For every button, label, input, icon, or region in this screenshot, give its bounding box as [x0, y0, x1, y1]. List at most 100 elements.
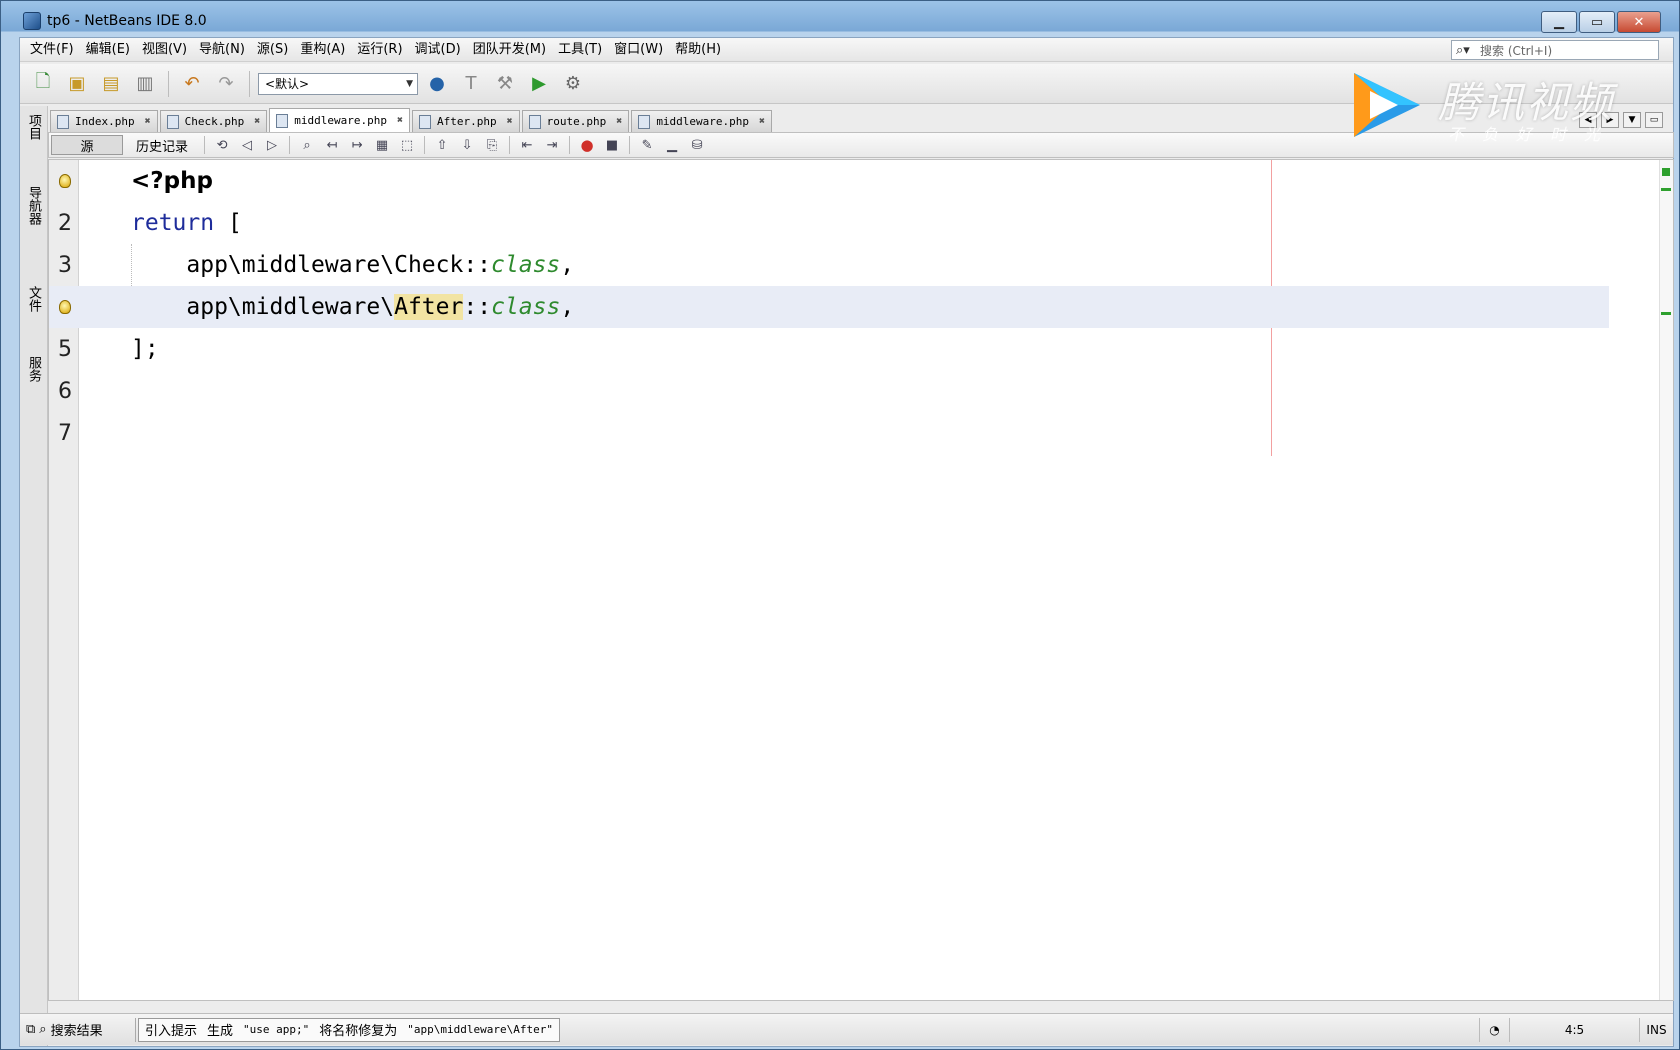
- last-edit-button[interactable]: ⟲: [211, 135, 233, 155]
- find-icon: ⌕: [303, 137, 311, 153]
- code-line-5[interactable]: 5 ];: [49, 328, 1609, 370]
- clean-build-button[interactable]: ⚒: [490, 70, 520, 98]
- build-button[interactable]: T: [456, 70, 486, 98]
- hint-bulb-icon[interactable]: [59, 174, 71, 188]
- tab-list-button[interactable]: ▼: [1623, 112, 1641, 128]
- uncomment-button[interactable]: ▁: [661, 135, 683, 155]
- tab-scroll-right-button[interactable]: ▶: [1601, 112, 1619, 128]
- database-button[interactable]: ⛁: [686, 135, 708, 155]
- hint-bulb-icon[interactable]: [59, 300, 71, 314]
- stop-macro-button[interactable]: ■: [601, 135, 623, 155]
- code-line-4-current[interactable]: app\middleware\After::class,: [49, 286, 1609, 328]
- after-class-name: After: [394, 294, 464, 320]
- tab-route-php[interactable]: route.php ✖: [521, 110, 630, 132]
- menu-source[interactable]: 源(S): [251, 39, 294, 61]
- maximize-button[interactable]: ▭: [1579, 11, 1615, 33]
- highlight-icon: ▦: [375, 137, 389, 153]
- comment-button[interactable]: ✎: [636, 135, 658, 155]
- quick-search-input[interactable]: ⌕▾ 搜索 (Ctrl+I): [1451, 40, 1659, 60]
- close-tab-icon[interactable]: ✖: [616, 116, 622, 127]
- stop-icon: ■: [605, 137, 619, 153]
- source-view-tab[interactable]: 源: [51, 135, 123, 155]
- open-project-icon: ▤: [102, 73, 120, 94]
- title-bar[interactable]: tp6 - NetBeans IDE 8.0 ▁ ▭ ✕: [1, 1, 1679, 41]
- tab-index-php[interactable]: Index.php ✖: [50, 110, 158, 132]
- side-tab-files[interactable]: 文件: [24, 286, 43, 312]
- code-line-7[interactable]: 7: [49, 412, 1609, 454]
- menu-team[interactable]: 团队开发(M): [467, 39, 552, 61]
- new-file-button[interactable]: 🗋: [28, 70, 58, 98]
- history-view-tab[interactable]: 历史记录: [126, 135, 198, 155]
- configuration-select[interactable]: <默认> ▼: [258, 72, 418, 95]
- close-tab-icon[interactable]: ✖: [254, 116, 260, 127]
- insert-mode: INS: [1639, 1018, 1673, 1042]
- forward-button[interactable]: ▷: [261, 135, 283, 155]
- menu-view[interactable]: 视图(V): [136, 39, 193, 61]
- menu-run[interactable]: 运行(R): [351, 39, 408, 61]
- menu-tools[interactable]: 工具(T): [552, 39, 608, 61]
- tab-scroll-left-button[interactable]: ◀: [1579, 112, 1597, 128]
- menu-window[interactable]: 窗口(W): [608, 39, 669, 61]
- code-line-3[interactable]: 3 app\middleware\Check::class,: [49, 244, 1609, 286]
- close-button[interactable]: ✕: [1617, 11, 1661, 33]
- maximize-editor-button[interactable]: ▭: [1645, 112, 1663, 128]
- stripe-mark[interactable]: [1661, 312, 1671, 315]
- redo-button[interactable]: ↷: [211, 70, 241, 98]
- tab-after-php[interactable]: After.php ✖: [412, 110, 520, 132]
- shift-left-icon: ⇤: [521, 137, 533, 153]
- find-next-button[interactable]: ↦: [346, 135, 368, 155]
- code-line-6[interactable]: 6: [49, 370, 1609, 412]
- close-tab-icon[interactable]: ✖: [397, 115, 403, 126]
- menu-file[interactable]: 文件(F): [24, 39, 80, 61]
- run-button[interactable]: ▶: [524, 70, 554, 98]
- tab-label: middleware.php: [656, 115, 750, 128]
- toggle-rect-selection-button[interactable]: ⬚: [396, 135, 418, 155]
- minimize-button[interactable]: ▁: [1541, 11, 1577, 33]
- toggle-bookmark-button[interactable]: ⎘: [481, 135, 503, 155]
- notifications-button[interactable]: ◔: [1479, 1018, 1509, 1042]
- menu-help[interactable]: 帮助(H): [669, 39, 727, 61]
- search-results-tab[interactable]: ⧉ ⌕ 搜索结果: [20, 1017, 136, 1042]
- previous-bookmark-button[interactable]: ⇧: [431, 135, 453, 155]
- find-button[interactable]: ⌕: [296, 135, 318, 155]
- menu-refactor[interactable]: 重构(A): [294, 39, 351, 61]
- toggle-highlight-button[interactable]: ▦: [371, 135, 393, 155]
- shift-right-button[interactable]: ⇥: [541, 135, 563, 155]
- undo-button[interactable]: ↶: [177, 70, 207, 98]
- import-hint[interactable]: 引入提示 生成 "use app;" 将名称修复为 "app\middlewar…: [138, 1017, 560, 1042]
- open-project-button[interactable]: ▤: [96, 70, 126, 98]
- menu-edit[interactable]: 编辑(E): [80, 39, 136, 61]
- side-tab-projects[interactable]: 项目: [24, 114, 43, 140]
- close-tab-icon[interactable]: ✖: [507, 116, 513, 127]
- debug-button[interactable]: ⚙: [558, 70, 588, 98]
- undo-icon: ↶: [184, 73, 200, 94]
- code-line-1[interactable]: <?php: [49, 160, 1609, 202]
- code-editor[interactable]: <?php 2 return [ 3 app\middleware\Check:…: [48, 159, 1674, 1001]
- tab-middleware-php-2[interactable]: middleware.php ✖: [631, 110, 773, 132]
- save-all-button[interactable]: ▥: [130, 70, 160, 98]
- code-line-2[interactable]: 2 return [: [49, 202, 1609, 244]
- tab-middleware-php[interactable]: middleware.php ✖: [269, 108, 411, 132]
- shift-right-icon: ⇥: [546, 137, 558, 153]
- shift-left-button[interactable]: ⇤: [516, 135, 538, 155]
- ide-window: tp6 - NetBeans IDE 8.0 ▁ ▭ ✕ 文件(F) 编辑(E)…: [0, 0, 1680, 1050]
- new-project-button[interactable]: ▣: [62, 70, 92, 98]
- menu-navigate[interactable]: 导航(N): [193, 39, 251, 61]
- line-number: 2: [58, 210, 72, 236]
- find-previous-button[interactable]: ↤: [321, 135, 343, 155]
- stripe-mark[interactable]: [1661, 188, 1671, 191]
- status-bar: ⧉ ⌕ 搜索结果 引入提示 生成 "use app;" 将名称修复为 "app\…: [20, 1013, 1673, 1045]
- next-bookmark-button[interactable]: ⇩: [456, 135, 478, 155]
- close-icon: ✕: [1633, 14, 1645, 30]
- tab-check-php[interactable]: Check.php ✖: [159, 110, 268, 132]
- back-button[interactable]: ◁: [236, 135, 258, 155]
- start-macro-button[interactable]: ●: [576, 135, 598, 155]
- bookmark-icon: ⎘: [486, 137, 498, 153]
- close-tab-icon[interactable]: ✖: [145, 116, 151, 127]
- side-tab-navigator[interactable]: 导航器: [24, 186, 43, 225]
- error-stripe[interactable]: [1659, 160, 1673, 1000]
- browser-button[interactable]: ●: [422, 70, 452, 98]
- menu-debug[interactable]: 调试(D): [409, 39, 467, 61]
- side-tab-services[interactable]: 服务: [24, 356, 43, 382]
- close-tab-icon[interactable]: ✖: [759, 116, 765, 127]
